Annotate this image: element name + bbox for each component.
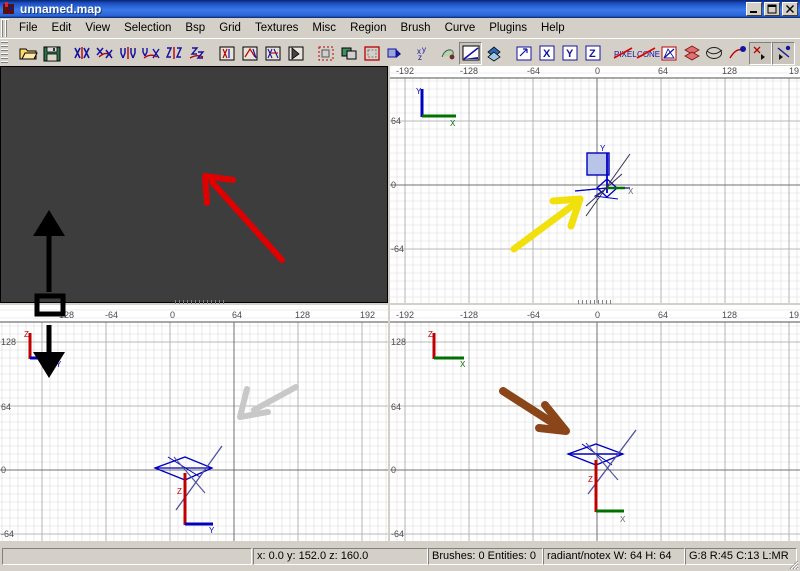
svg-text:Z: Z [177, 487, 182, 496]
resize-grip-icon[interactable] [785, 556, 799, 570]
menu-help[interactable]: Help [534, 20, 572, 37]
menu-file[interactable]: File [12, 20, 45, 37]
status-counts: Brushes: 0 Entities: 0 [428, 548, 543, 565]
svg-text:z: z [418, 53, 422, 62]
radiant-main-window: unnamed.map File Edit View Selection Bsp… [0, 0, 800, 571]
menu-textures[interactable]: Textures [248, 20, 305, 37]
menu-grid[interactable]: Grid [212, 20, 248, 37]
yz-selected-brush[interactable]: Z X [390, 305, 800, 541]
patch-show-icon[interactable] [680, 42, 703, 65]
patch-bend-icon[interactable] [703, 42, 726, 65]
window-title: unnamed.map [20, 2, 101, 16]
title-bar: unnamed.map [0, 0, 800, 18]
axis-x-icon[interactable]: X [535, 42, 558, 65]
texture-browser-icon[interactable] [482, 42, 505, 65]
axis-z-icon[interactable]: Z [581, 42, 604, 65]
select-complete-tall-icon[interactable] [215, 42, 238, 65]
open-map-icon[interactable] [17, 42, 40, 65]
svg-text:Y: Y [566, 48, 574, 60]
xz-front-view[interactable]: -128 -64 0 64 128 192 128 64 0 -64 Z Y [0, 305, 388, 541]
hide-pixel-icon[interactable]: PIXEL [611, 42, 634, 65]
left-splitter-grip[interactable] [175, 300, 225, 304]
xy-selected-brush[interactable]: Y X [390, 66, 800, 303]
svg-text:X: X [620, 515, 626, 524]
menu-edit[interactable]: Edit [45, 20, 79, 37]
patch-select-icon[interactable] [749, 42, 772, 65]
flip-z-icon[interactable] [162, 42, 185, 65]
window-controls [746, 2, 798, 16]
patch-insert-icon[interactable] [726, 42, 749, 65]
select-inside-icon[interactable] [284, 42, 307, 65]
status-flags: G:8 R:45 C:13 L:MR [685, 548, 797, 565]
close-button[interactable] [782, 2, 798, 16]
menu-misc[interactable]: Misc [305, 20, 343, 37]
svg-text:Z: Z [588, 475, 593, 484]
maximize-button[interactable] [764, 2, 780, 16]
rotate-y-icon[interactable] [139, 42, 162, 65]
status-coords: x: 0.0 y: 152.0 z: 160.0 [253, 548, 428, 565]
camera-3d-canvas[interactable] [1, 67, 387, 302]
texture-lock-icon[interactable] [436, 42, 459, 65]
rotate-x-icon[interactable] [93, 42, 116, 65]
svg-text:X: X [628, 187, 634, 196]
scale-lock-icon[interactable]: x y z [413, 42, 436, 65]
xz-selected-brush[interactable]: Z Y [0, 305, 388, 541]
camera-3d-view[interactable] [0, 66, 388, 303]
right-splitter-grip[interactable] [578, 300, 614, 304]
menu-brush[interactable]: Brush [394, 20, 438, 37]
viewport-area: -192 -128 -64 0 64 128 19 64 0 -64 Y X [0, 66, 800, 541]
svg-text:Z: Z [589, 48, 596, 60]
menu-selection[interactable]: Selection [117, 20, 178, 37]
menu-drag-grip[interactable] [1, 19, 9, 37]
toolbar-drag-grip[interactable] [1, 41, 8, 65]
save-map-icon[interactable] [40, 42, 63, 65]
yz-side-view[interactable]: -192 -128 -64 0 64 128 19 128 64 0 -64 Z… [390, 305, 800, 541]
select-partial-tall-icon[interactable] [261, 42, 284, 65]
rotate-z-icon[interactable] [185, 42, 208, 65]
main-toolbar: x y z [0, 38, 800, 67]
clipper-icon[interactable] [383, 42, 406, 65]
entity-inspector-icon[interactable] [459, 42, 482, 65]
status-blank-cell [2, 548, 252, 565]
flip-x-icon[interactable] [70, 42, 93, 65]
menu-view[interactable]: View [78, 20, 117, 37]
patch-drill-icon[interactable] [772, 42, 795, 65]
status-texture: radiant/notex W: 64 H: 64 [543, 548, 685, 565]
svg-text:y: y [422, 45, 426, 54]
cubic-clip-icon[interactable] [657, 42, 680, 65]
hollow-icon[interactable] [360, 42, 383, 65]
menu-curve[interactable]: Curve [438, 20, 483, 37]
svg-text:Y: Y [209, 526, 215, 535]
minimize-button[interactable] [746, 2, 762, 16]
menu-region[interactable]: Region [343, 20, 393, 37]
select-touching-icon[interactable] [238, 42, 261, 65]
svg-text:Y: Y [600, 144, 606, 153]
menu-bsp[interactable]: Bsp [178, 20, 212, 37]
csg-merge-icon[interactable] [337, 42, 360, 65]
svg-text:X: X [543, 48, 551, 60]
console-icon[interactable] [512, 42, 535, 65]
cone-icon[interactable]: CONE [634, 42, 657, 65]
status-bar: x: 0.0 y: 152.0 z: 160.0 Brushes: 0 Enti… [0, 541, 800, 571]
flip-y-icon[interactable] [116, 42, 139, 65]
axis-y-icon[interactable]: Y [558, 42, 581, 65]
csg-subtract-icon[interactable] [314, 42, 337, 65]
radiant-app-icon [2, 2, 16, 16]
menu-bar: File Edit View Selection Bsp Grid Textur… [0, 18, 800, 39]
menu-plugins[interactable]: Plugins [482, 20, 534, 37]
xy-top-view[interactable]: -192 -128 -64 0 64 128 19 64 0 -64 Y X [390, 66, 800, 303]
